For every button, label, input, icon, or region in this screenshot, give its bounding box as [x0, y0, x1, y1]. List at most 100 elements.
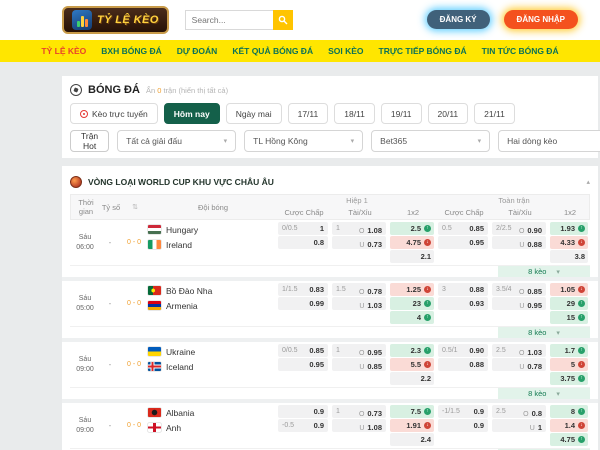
tab[interactable]: 21/11	[474, 103, 515, 124]
handicap-odds-cell[interactable]: 0.5 0.85	[438, 222, 488, 235]
overunder-odds-cell[interactable]: U 0.88	[492, 236, 546, 249]
1x2-odds-cell[interactable]: 2.4	[390, 433, 434, 446]
1x2-odds-cell[interactable]: 4.33 ↓	[550, 236, 588, 249]
tab[interactable]: Ngày mai	[225, 103, 282, 124]
home-team[interactable]: Hungary	[148, 223, 276, 236]
hot-matches-button[interactable]: Trận Hot	[70, 130, 110, 152]
tab[interactable]: Kèo trực tuyến	[70, 103, 158, 124]
1x2-odds-cell[interactable]: 1.05 ↓	[550, 283, 588, 296]
bookmaker-select[interactable]: Bet365 ▾	[371, 130, 491, 152]
sort-icon[interactable]: ⇅	[121, 203, 149, 211]
search-input[interactable]	[184, 10, 273, 30]
tab[interactable]: 18/11	[334, 103, 375, 124]
handicap-odds-cell[interactable]: 0.95	[438, 236, 488, 249]
more-odds-button[interactable]: 8 kèo ▾	[498, 388, 590, 399]
match-footer: 8 kèo ▾	[70, 265, 590, 277]
1x2-odds-cell[interactable]: 1.93 ↑	[550, 222, 588, 235]
nav-item[interactable]: TIN TỨC BÓNG ĐÁ	[482, 46, 559, 56]
home-team[interactable]: Bồ Đào Nha	[148, 284, 276, 297]
1x2-odds-cell[interactable]: 1.4 ↓	[550, 419, 588, 432]
handicap-odds-cell[interactable]: 0.9	[278, 405, 328, 418]
home-team[interactable]: Albania	[148, 406, 276, 419]
match-time: Sáu 06:00	[76, 234, 94, 251]
tab[interactable]: 19/11	[380, 103, 422, 124]
1x2-odds-cell[interactable]: 3.75 ↑	[550, 372, 588, 385]
odds-format-select[interactable]: TL Hồng Kông ▾	[244, 130, 364, 152]
match-time: Sáu 05:00	[76, 295, 94, 312]
1x2-odds-column: 7.5 ↑ 1.91 ↓ 2.4	[388, 405, 436, 446]
tournament-filter-select[interactable]: Tất cả giải đấu ▾	[117, 130, 237, 152]
home-team[interactable]: Ukraine	[148, 345, 276, 358]
odds-down-icon: ↓	[578, 361, 585, 368]
1x2-odds-cell[interactable]: 15 ↑	[550, 311, 588, 324]
1x2-odds-cell[interactable]: 29 ↑	[550, 297, 588, 310]
match-score: -	[108, 238, 112, 247]
login-button[interactable]: ĐĂNG NHẬP	[503, 10, 578, 29]
more-odds-label: 8 kèo	[528, 389, 547, 398]
handicap-odds-cell[interactable]: 0.93	[438, 297, 488, 310]
1x2-odds-cell[interactable]: 4.75 ↑	[550, 433, 588, 446]
1x2-odds-cell[interactable]: 2.1	[390, 250, 434, 263]
chevron-up-icon[interactable]: ▴	[586, 178, 590, 186]
nav-item[interactable]: TỶ LỆ KÈO	[41, 46, 86, 56]
1x2-odds-cell[interactable]: 5.5 ↓	[390, 358, 434, 371]
nav-item[interactable]: TRỰC TIẾP BÓNG ĐÁ	[379, 46, 467, 56]
1x2-odds-cell[interactable]: 8 ↑	[550, 405, 588, 418]
tab[interactable]: 17/11	[287, 103, 329, 124]
lines-select[interactable]: Hai dòng kèo▾	[498, 130, 600, 152]
handicap-odds-cell[interactable]: 0/0.5 1	[278, 222, 328, 235]
1x2-odds-cell[interactable]: 2.5 ↑	[390, 222, 434, 235]
match-halftime-score: 0 - 0	[126, 239, 141, 246]
tab[interactable]: Hôm nay	[163, 103, 220, 124]
away-team[interactable]: Ireland	[148, 238, 276, 251]
more-odds-label: 8 kèo	[528, 267, 547, 276]
table-header: Thời gian Tỷ số ⇅ Đội bóng Hiệp 1 Toàn t…	[70, 194, 590, 220]
handicap-odds-cell[interactable]: -0.5 0.9	[278, 419, 328, 432]
1x2-odds-cell[interactable]: 23 ↑	[390, 297, 434, 310]
away-team[interactable]: Iceland	[148, 360, 276, 373]
handicap-odds-cell[interactable]: 0.5/1 0.90	[438, 344, 488, 357]
overunder-odds-cell[interactable]: U 0.85	[332, 358, 386, 371]
nav-item[interactable]: KẾT QUẢ BÓNG ĐÁ	[232, 46, 313, 56]
overunder-odds-cell[interactable]: U 1.03	[332, 297, 386, 310]
more-odds-button[interactable]: 8 kèo ▾	[498, 327, 590, 338]
overunder-odds-cell[interactable]: U1	[492, 419, 546, 432]
odds-down-icon: ↓	[578, 286, 585, 293]
away-team[interactable]: Armenia	[148, 299, 276, 312]
handicap-odds-cell[interactable]: 0.95	[278, 358, 328, 371]
handicap-odds-cell[interactable]: 0.88	[438, 358, 488, 371]
1x2-odds-cell[interactable]: 5 ↓	[550, 358, 588, 371]
away-team[interactable]: Anh	[148, 421, 276, 434]
site-logo[interactable]: TỶ LỆ KÈO	[62, 6, 169, 34]
handicap-odds-cell[interactable]: 0.99	[278, 297, 328, 310]
tab[interactable]: 20/11	[427, 103, 469, 124]
1x2-odds-cell[interactable]: 1.91 ↓	[390, 419, 434, 432]
search-button[interactable]	[272, 10, 293, 30]
overunder-odds-cell[interactable]: U 0.78	[492, 358, 546, 371]
1x2-odds-cell[interactable]: 2.3 ↑	[390, 344, 434, 357]
match-teams: Hungary Ireland	[148, 222, 276, 251]
overunder-odds-cell[interactable]: U 0.73	[332, 236, 386, 249]
1x2-odds-cell[interactable]: 4.75 ↓	[390, 236, 434, 249]
handicap-odds-cell[interactable]: 0.8	[278, 236, 328, 249]
1x2-odds-cell[interactable]: 3.8	[550, 250, 588, 263]
handicap-odds-cell[interactable]: 3 0.88	[438, 283, 488, 296]
overunder-odds-cell[interactable]: U 1.08	[332, 419, 386, 432]
1x2-odds-cell[interactable]: 4 ↑	[390, 311, 434, 324]
1x2-odds-cell[interactable]: 7.5 ↑	[390, 405, 434, 418]
1x2-odds-cell[interactable]: 2.2	[390, 372, 434, 385]
1x2-odds-cell[interactable]: 1.25 ↓	[390, 283, 434, 296]
handicap-odds-cell[interactable]: 0/0.5 0.85	[278, 344, 328, 357]
handicap-odds-cell[interactable]: -1/1.5 0.9	[438, 405, 488, 418]
overunder-odds-cell[interactable]: U 0.95	[492, 297, 546, 310]
tab-label: 17/11	[297, 108, 319, 119]
nav-item[interactable]: BXH BÓNG ĐÁ	[101, 46, 161, 56]
handicap-odds-cell[interactable]: 0.9	[438, 419, 488, 432]
1x2-odds-cell[interactable]: 1.7 ↑	[550, 344, 588, 357]
more-odds-button[interactable]: 8 kèo ▾	[498, 266, 590, 277]
nav-item[interactable]: DỰ ĐOÁN	[177, 46, 218, 56]
overunder-odds-column: 2.5 O 0.8 U 1	[490, 405, 548, 446]
nav-item[interactable]: SOI KÈO	[328, 46, 363, 56]
handicap-odds-cell[interactable]: 1/1.5 0.83	[278, 283, 328, 296]
register-button[interactable]: ĐĂNG KÝ	[426, 10, 490, 29]
